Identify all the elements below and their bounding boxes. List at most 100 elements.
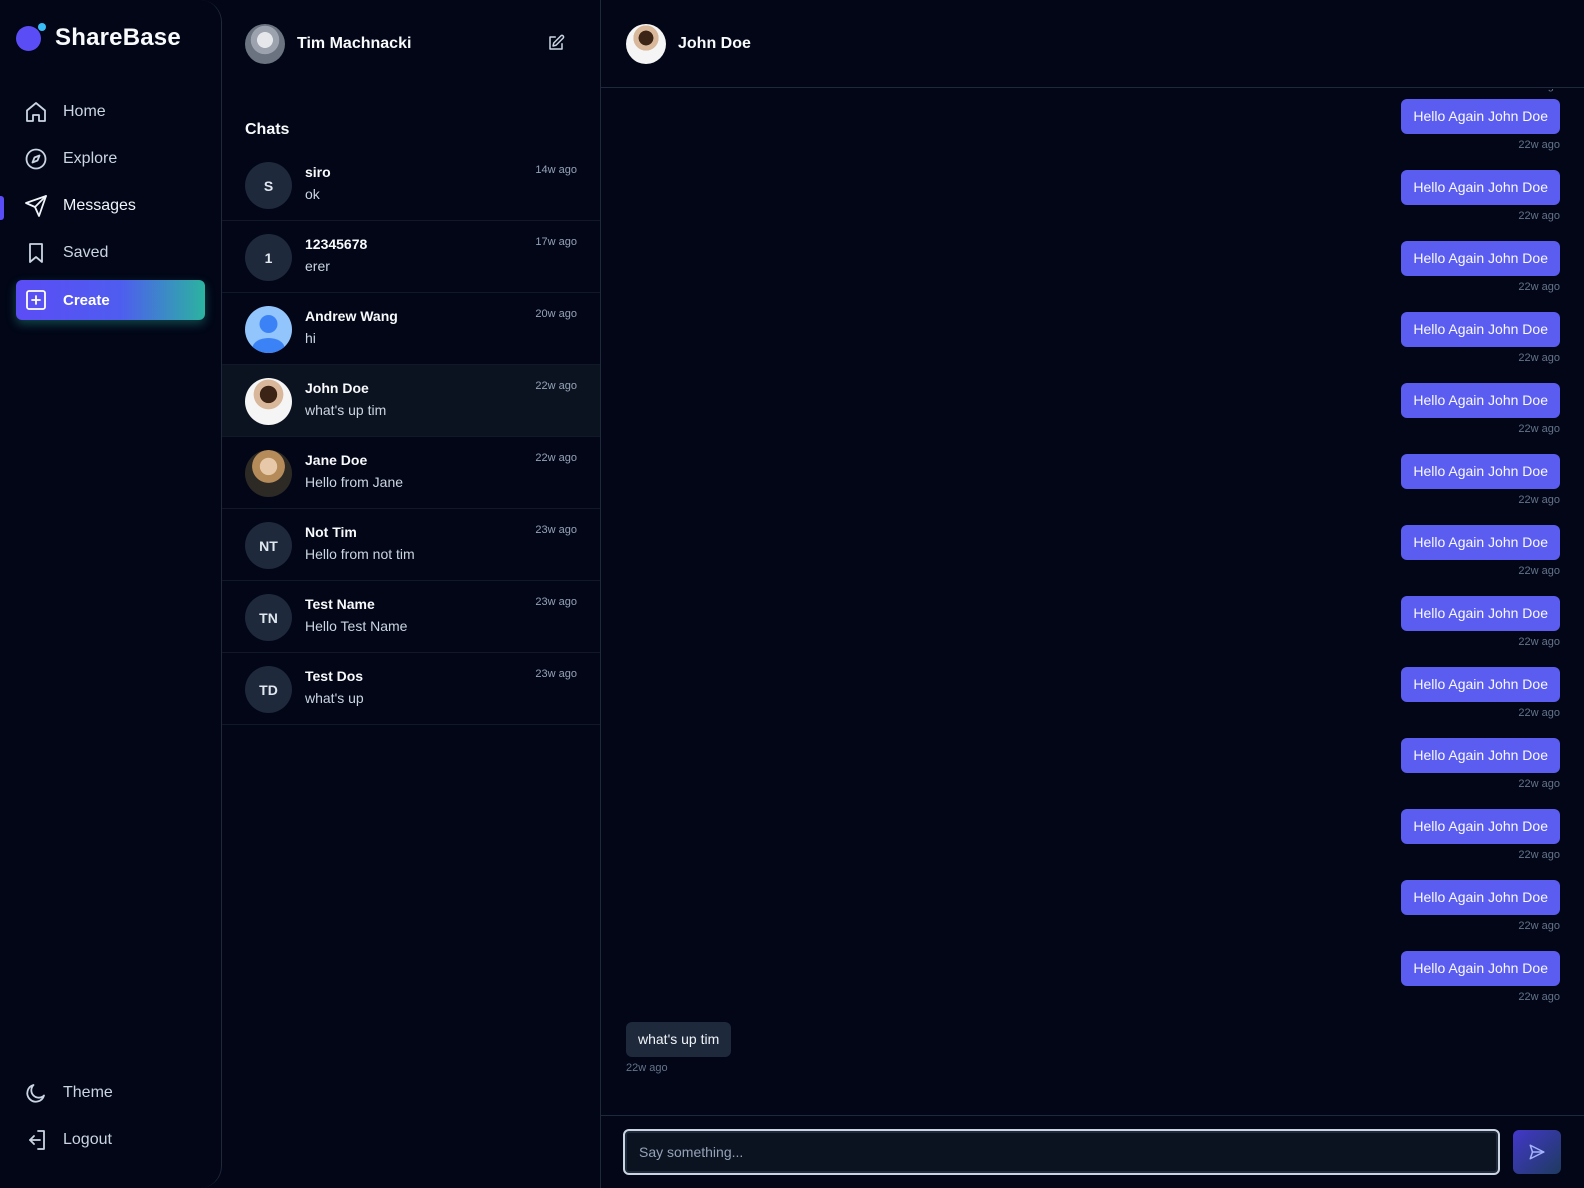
moon-icon [26,1084,45,1103]
chat-preview: ok [305,186,320,202]
outgoing-message: Hello Again John Doe 22w ago [601,880,1584,951]
chat-name: Jane Doe [305,452,368,468]
chat-row[interactable]: S siro ok 14w ago [222,149,600,221]
message-stack: 22w ago Hello Again John Doe 22w ago Hel… [601,89,1584,1074]
message-time: 22w ago [1518,991,1560,1003]
create-button[interactable]: Create [16,280,205,320]
message-time: 22w ago [1518,849,1560,861]
message-time: 22w ago [601,89,1584,99]
chat-row[interactable]: John Doe what's up tim 22w ago [222,365,600,437]
chat-name: siro [305,164,331,180]
message-time: 22w ago [1518,210,1560,222]
send-button[interactable] [1513,1130,1561,1174]
avatar: 1 [245,234,292,281]
message-time: 22w ago [626,1062,668,1074]
message-bubble: Hello Again John Doe [1401,454,1560,489]
home-icon [26,102,46,122]
message-time: 22w ago [1518,494,1560,506]
outgoing-message: Hello Again John Doe 22w ago [601,525,1584,596]
chat-row[interactable]: TD Test Dos what's up 23w ago [222,653,600,725]
brand-logo[interactable]: ShareBase [16,22,181,52]
chat-row[interactable]: Jane Doe Hello from Jane 22w ago [222,437,600,509]
chat-row[interactable]: Andrew Wang hi 20w ago [222,293,600,365]
chat-name: John Doe [305,380,369,396]
message-time: 22w ago [1518,139,1560,151]
chat-rows: S siro ok 14w ago 1 12345678 erer 17w ag… [222,149,600,725]
send-icon [25,195,47,217]
contact-name[interactable]: John Doe [678,35,751,53]
nav-item-logout[interactable]: Logout [16,1120,205,1160]
chat-row[interactable]: 1 12345678 erer 17w ago [222,221,600,293]
avatar [245,450,292,497]
nav-item-messages[interactable]: Messages [0,186,205,226]
conversation-header: John Doe [601,0,1584,88]
message-time: 22w ago [1518,636,1560,648]
outgoing-message: Hello Again John Doe 22w ago [601,454,1584,525]
plus-square-icon [26,290,46,310]
current-user[interactable]: Tim Machnacki [245,24,411,64]
send-icon [1529,1144,1545,1160]
chat-time: 14w ago [535,164,577,176]
sidebar: ShareBase Home Explore Messages Saved Cr… [0,0,222,1188]
chat-name: Not Tim [305,524,357,540]
avatar [245,306,292,353]
message-time: 22w ago [1518,920,1560,932]
compass-icon [25,148,47,170]
message-time: 22w ago [1518,352,1560,364]
current-user-name: Tim Machnacki [297,35,412,52]
nav-item-home[interactable]: Home [16,92,205,132]
chat-time: 23w ago [535,596,577,608]
message-list[interactable]: 22w ago Hello Again John Doe 22w ago Hel… [601,89,1584,1115]
brand-name: ShareBase [55,24,181,51]
message-bubble: Hello Again John Doe [1401,383,1560,418]
chat-preview: Hello from Jane [305,474,404,490]
outgoing-message: Hello Again John Doe 22w ago [601,596,1584,667]
nav-label: Logout [63,1131,112,1148]
nav-label: Messages [63,197,136,214]
chat-preview: what's up tim [305,402,387,418]
message-input[interactable] [623,1129,1500,1175]
chat-row[interactable]: NT Not Tim Hello from not tim 23w ago [222,509,600,581]
outgoing-message: Hello Again John Doe 22w ago [601,809,1584,880]
chat-preview: Hello from not tim [305,546,415,562]
nav-label: Theme [63,1084,113,1101]
chat-preview: hi [305,330,316,346]
message-bubble: Hello Again John Doe [1401,667,1560,702]
avatar: NT [245,522,292,569]
avatar[interactable] [626,24,666,64]
message-time: 22w ago [1518,778,1560,790]
avatar [245,378,292,425]
outgoing-message: Hello Again John Doe 22w ago [601,738,1584,809]
avatar: TN [245,594,292,641]
nav-item-theme[interactable]: Theme [16,1073,205,1113]
outgoing-message: Hello Again John Doe 22w ago [601,170,1584,241]
outgoing-message: Hello Again John Doe 22w ago [601,667,1584,738]
main-nav: Home Explore Messages Saved Create [0,92,205,320]
message-bubble: Hello Again John Doe [1401,525,1560,560]
nav-label: Explore [63,150,118,167]
nav-item-saved[interactable]: Saved [16,233,205,273]
outgoing-message: Hello Again John Doe 22w ago [601,241,1584,312]
chats-heading: Chats [245,121,290,138]
default-user-icon [252,315,285,353]
avatar: S [245,162,292,209]
nav-item-explore[interactable]: Explore [16,139,205,179]
new-message-icon[interactable] [547,34,565,52]
chat-time: 23w ago [535,524,577,536]
nav-label: Home [63,103,106,120]
message-composer [601,1115,1584,1188]
avatar: TD [245,666,292,713]
message-bubble: Hello Again John Doe [1401,170,1560,205]
outgoing-message: Hello Again John Doe 22w ago [601,383,1584,454]
message-bubble: Hello Again John Doe [1401,880,1560,915]
chat-row[interactable]: TN Test Name Hello Test Name 23w ago [222,581,600,653]
outgoing-message: Hello Again John Doe 22w ago [601,99,1584,170]
message-time: 22w ago [1518,423,1560,435]
chat-time: 17w ago [535,236,577,248]
chat-name: Test Name [305,596,375,612]
message-bubble: Hello Again John Doe [1401,99,1560,134]
message-bubble: Hello Again John Doe [1401,809,1560,844]
chat-preview: what's up [305,690,364,706]
chat-preview: Hello Test Name [305,618,408,634]
chat-time: 22w ago [535,452,577,464]
